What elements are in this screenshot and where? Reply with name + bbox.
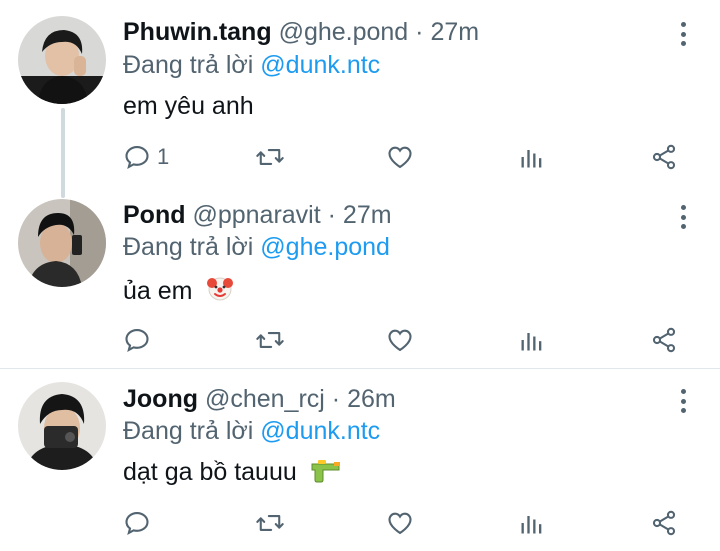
display-name[interactable]: Joong bbox=[123, 385, 198, 413]
replying-to-label: Đang trả lời bbox=[123, 417, 254, 445]
analytics-icon bbox=[521, 516, 542, 534]
timestamp[interactable]: 26m bbox=[347, 385, 396, 413]
more-vertical-icon[interactable] bbox=[672, 387, 694, 415]
share-icon bbox=[652, 510, 676, 536]
tweet-header: Joong @chen_rcj · 26m bbox=[123, 384, 396, 414]
like-button[interactable] bbox=[386, 509, 414, 537]
avatar[interactable] bbox=[18, 382, 106, 470]
share-button[interactable] bbox=[650, 509, 678, 537]
user-handle[interactable]: @chen_rcj bbox=[205, 385, 325, 413]
analytics-button[interactable] bbox=[518, 509, 546, 537]
replying-to: Đang trả lời @dunk.ntc bbox=[123, 416, 380, 446]
heart-icon bbox=[388, 512, 412, 535]
tweet-3[interactable]: Joong @chen_rcj · 26m Đang trả lời @dunk… bbox=[0, 0, 720, 551]
tweet-text: dạt ga bồ tauuu bbox=[123, 457, 342, 491]
tweet-text-content: dạt ga bồ tauuu bbox=[123, 458, 297, 486]
separator-dot: · bbox=[331, 385, 341, 413]
reply-button[interactable] bbox=[123, 509, 151, 537]
mention-link[interactable]: @dunk.ntc bbox=[260, 417, 380, 445]
retweet-button[interactable] bbox=[255, 509, 285, 537]
retweet-icon bbox=[256, 515, 284, 531]
water-pistol-icon bbox=[310, 458, 342, 491]
reply-icon bbox=[125, 512, 149, 535]
